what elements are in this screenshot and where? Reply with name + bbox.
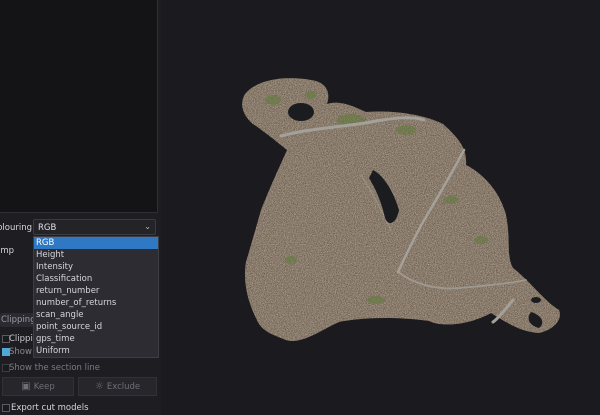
ramp-label: Ramp (0, 246, 14, 256)
sun-icon: ☼ (94, 381, 104, 392)
colouring-select-value: RGB (38, 223, 57, 233)
colouring-option-gps-time[interactable]: gps_time (34, 333, 158, 345)
export-cut-models-checkbox[interactable] (2, 404, 10, 412)
colouring-label: Colouring (0, 223, 32, 233)
colouring-select[interactable]: RGB ⌄ (33, 219, 156, 235)
colouring-option-scan-angle[interactable]: scan_angle (34, 309, 158, 321)
colouring-option-return-number[interactable]: return_number (34, 285, 158, 297)
keep-button[interactable]: ▣ Keep (2, 377, 74, 396)
colouring-option-point-source-id[interactable]: point_source_id (34, 321, 158, 333)
colouring-dropdown-list: RGB Height Intensity Classification retu… (33, 236, 159, 358)
keep-icon: ▣ (21, 381, 31, 392)
exclude-button[interactable]: ☼ Exclude (78, 377, 157, 396)
colouring-option-height[interactable]: Height (34, 249, 158, 261)
layer-tree[interactable] (0, 0, 158, 213)
exclude-button-label: Exclude (106, 382, 141, 392)
colouring-option-classification[interactable]: Classification (34, 273, 158, 285)
export-cut-models-label: Export cut models (11, 403, 89, 413)
colouring-option-number-of-returns[interactable]: number_of_returns (34, 297, 158, 309)
chevron-down-icon: ⌄ (144, 222, 151, 231)
keep-button-label: Keep (33, 382, 55, 392)
colouring-option-uniform[interactable]: Uniform (34, 345, 158, 357)
clipping-tab[interactable]: Clipping b (0, 313, 37, 327)
section-line-label: Show the section line (9, 363, 100, 373)
3d-viewport[interactable] (161, 0, 600, 415)
point-cloud-render (242, 78, 560, 341)
colouring-option-intensity[interactable]: Intensity (34, 261, 158, 273)
colouring-option-rgb[interactable]: RGB (34, 237, 158, 249)
